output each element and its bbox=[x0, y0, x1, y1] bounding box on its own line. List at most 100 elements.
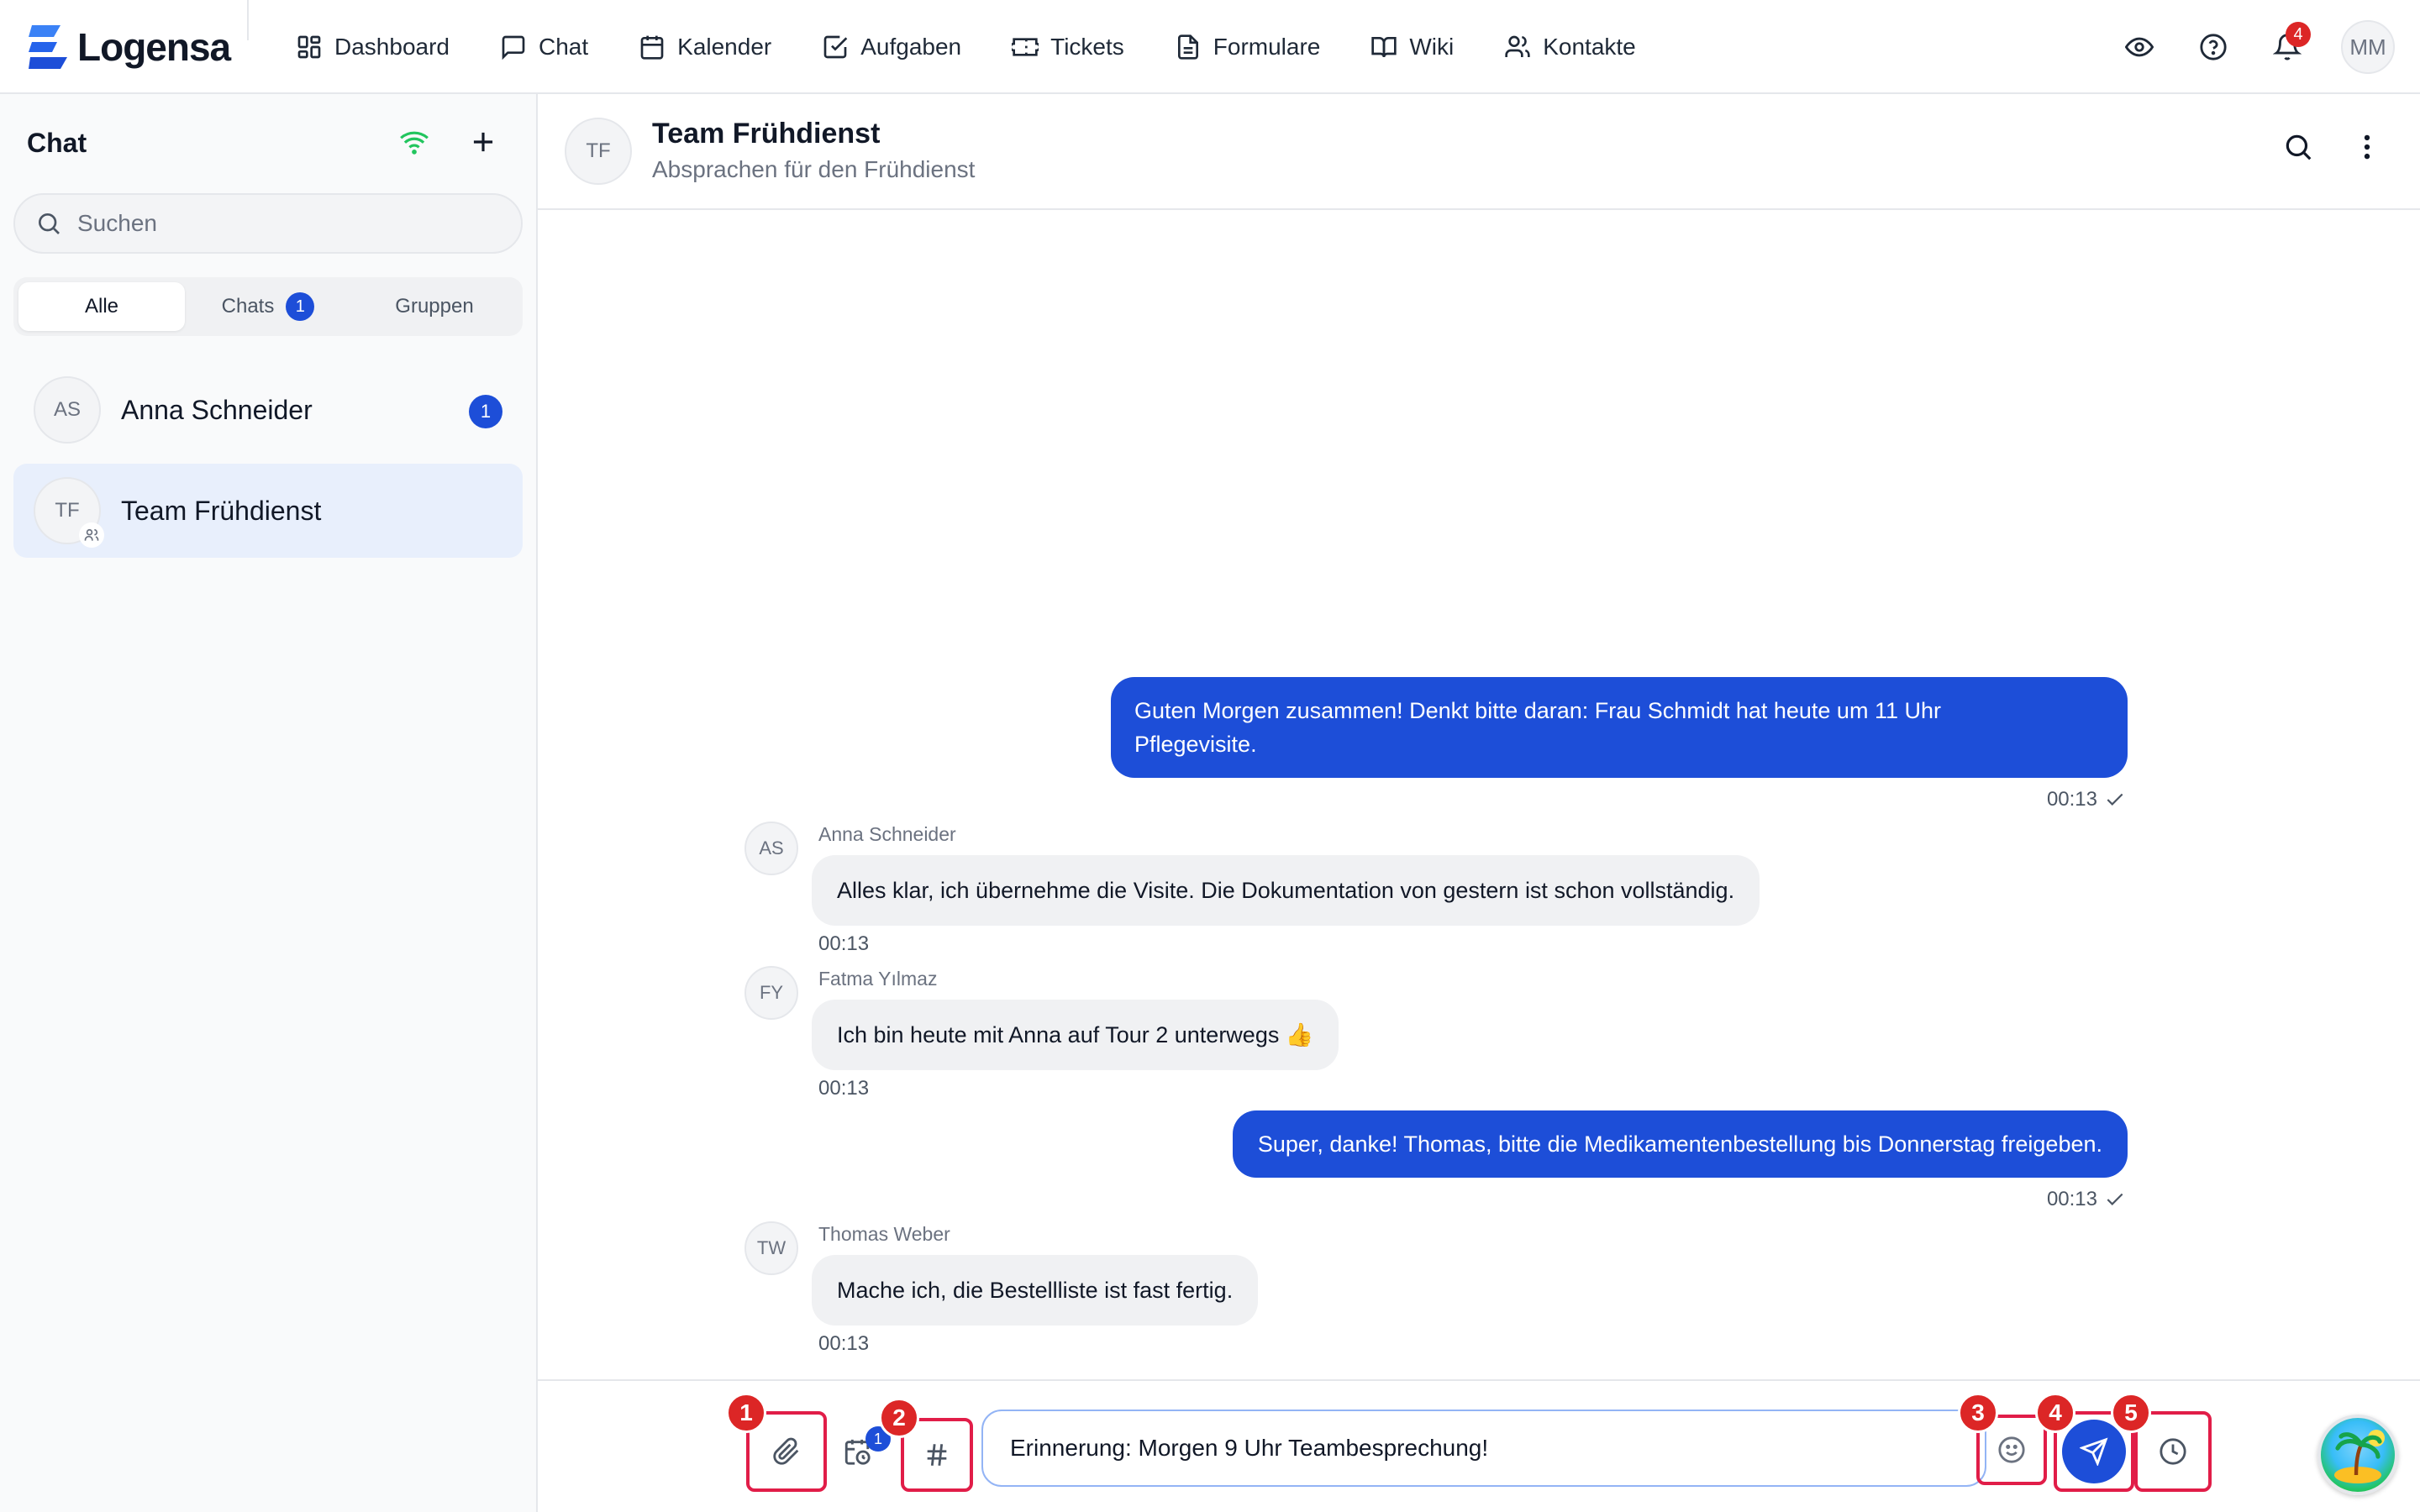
message-list: Guten Morgen zusammen! Denkt bitte daran… bbox=[538, 210, 2420, 1379]
send-button[interactable] bbox=[2062, 1420, 2126, 1483]
message-bubble-outgoing[interactable]: Super, danke! Thomas, bitte die Medikame… bbox=[1232, 1110, 2128, 1178]
message-sender: Thomas Weber bbox=[818, 1223, 950, 1245]
nav-item-formulare[interactable]: Formulare bbox=[1175, 25, 1346, 69]
app-logo[interactable]: Logensa bbox=[27, 22, 231, 72]
nav-label: Wiki bbox=[1409, 34, 1455, 60]
tab-chats[interactable]: Chats 1 bbox=[185, 282, 351, 331]
chat-list: AS Anna Schneider 1 TF Team Frühdienst bbox=[13, 363, 523, 564]
avatar: FY bbox=[744, 966, 798, 1020]
send-icon bbox=[2080, 1437, 2108, 1466]
list-item[interactable]: AS Anna Schneider 1 bbox=[13, 363, 523, 457]
smiley-icon bbox=[1998, 1436, 2025, 1463]
message-input[interactable] bbox=[1010, 1435, 1850, 1462]
message-bubble-outgoing[interactable]: Guten Morgen zusammen! Denkt bitte daran… bbox=[1111, 677, 2128, 778]
marker-badge: 5 bbox=[2111, 1393, 2151, 1433]
dashboard-icon bbox=[297, 35, 321, 59]
tab-label: Alle bbox=[84, 295, 119, 318]
conversation-subtitle: Absprachen für den Frühdienst bbox=[652, 156, 976, 182]
logo-text: Logensa bbox=[77, 25, 231, 69]
conversation-header: TF Team Frühdienst Absprachen für den Fr… bbox=[538, 94, 2420, 210]
logo-mark-icon bbox=[29, 25, 67, 69]
message-meta: 00:13 bbox=[2047, 788, 2126, 811]
group-icon bbox=[84, 528, 99, 541]
nav-item-dashboard[interactable]: Dashboard bbox=[296, 25, 475, 69]
nav-item-kalender[interactable]: Kalender bbox=[639, 25, 797, 69]
document-icon bbox=[1177, 34, 1198, 60]
search-input[interactable] bbox=[77, 210, 481, 237]
avatar-initials: TF bbox=[55, 499, 80, 522]
chat-name: Anna Schneider bbox=[121, 394, 313, 425]
marker-badge: 2 bbox=[879, 1398, 919, 1438]
palm-island-icon bbox=[2334, 1430, 2385, 1483]
message-composer: 1 1 2 3 4 5 bbox=[538, 1379, 2420, 1512]
chat-name: Team Frühdienst bbox=[121, 495, 322, 526]
top-navigation-bar: Logensa Dashboard Chat Kalender Aufgaben… bbox=[0, 0, 2420, 94]
hashtag-icon bbox=[927, 1444, 947, 1466]
more-vertical-icon[interactable] bbox=[2351, 131, 2383, 163]
nav-label: Aufgaben bbox=[860, 34, 962, 60]
preview-button[interactable] bbox=[2119, 27, 2160, 67]
chat-sidebar: Chat Alle Chats 1 Gruppen AS Anna Schnei… bbox=[0, 94, 538, 1512]
unread-badge: 1 bbox=[469, 395, 502, 428]
nav-label: Dashboard bbox=[334, 34, 450, 60]
chat-icon bbox=[502, 35, 525, 60]
tab-label: Gruppen bbox=[395, 295, 474, 318]
nav-item-tickets[interactable]: Tickets bbox=[1012, 25, 1150, 69]
paperclip-icon bbox=[773, 1437, 799, 1465]
search-icon bbox=[39, 213, 60, 234]
avatar: AS bbox=[744, 822, 798, 875]
holiday-widget[interactable] bbox=[2317, 1415, 2398, 1495]
nav-label: Formulare bbox=[1213, 34, 1321, 60]
message-sender: Anna Schneider bbox=[818, 823, 956, 845]
message-time: 00:13 bbox=[818, 1077, 870, 1100]
message-bubble-incoming[interactable]: Alles klar, ich übernehme die Visite. Di… bbox=[812, 855, 1760, 926]
tab-gruppen[interactable]: Gruppen bbox=[351, 282, 518, 331]
user-avatar[interactable]: MM bbox=[2341, 20, 2395, 74]
message-input-wrapper bbox=[981, 1410, 1986, 1487]
message-sender: Fatma Yılmaz bbox=[818, 968, 938, 990]
avatar: TW bbox=[744, 1221, 798, 1275]
checkbox-icon bbox=[823, 35, 848, 59]
message-text-line: Pflegevisite. bbox=[1134, 732, 1257, 757]
message-meta: 00:13 bbox=[2047, 1188, 2126, 1211]
help-button[interactable] bbox=[2193, 27, 2233, 67]
top-actions: 4 MM bbox=[2119, 20, 2395, 74]
ticket-icon bbox=[1012, 38, 1039, 56]
wifi-connected-icon bbox=[400, 131, 429, 155]
chat-search[interactable] bbox=[13, 193, 523, 254]
marker-badge: 4 bbox=[2035, 1393, 2075, 1433]
conversation-actions bbox=[2282, 131, 2383, 163]
search-icon[interactable] bbox=[2282, 131, 2314, 163]
nav-item-wiki[interactable]: Wiki bbox=[1370, 25, 1479, 69]
new-chat-plus-icon[interactable] bbox=[467, 126, 499, 158]
book-icon bbox=[1371, 37, 1397, 58]
marker-badge: 3 bbox=[1958, 1393, 1998, 1433]
sidebar-title: Chat bbox=[27, 128, 87, 158]
message-time: 00:13 bbox=[2046, 1188, 2097, 1210]
message-time: 00:13 bbox=[2046, 788, 2097, 811]
help-icon bbox=[2200, 34, 2227, 60]
chat-filter-tabs: Alle Chats 1 Gruppen bbox=[13, 277, 523, 336]
checkmark-icon bbox=[2107, 793, 2123, 806]
message-bubble-incoming[interactable]: Ich bin heute mit Anna auf Tour 2 unterw… bbox=[812, 1000, 1339, 1070]
notifications-button[interactable]: 4 bbox=[2267, 22, 2311, 67]
sidebar-actions bbox=[398, 126, 499, 158]
nav-item-chat[interactable]: Chat bbox=[500, 25, 613, 69]
list-item[interactable]: TF Team Frühdienst bbox=[13, 464, 523, 558]
nav-item-kontakte[interactable]: Kontakte bbox=[1504, 25, 1661, 69]
checkmark-icon bbox=[2107, 1193, 2123, 1205]
tab-label: Chats bbox=[221, 295, 275, 318]
avatar: AS bbox=[34, 376, 101, 444]
avatar: TF bbox=[34, 477, 104, 548]
nav-label: Chat bbox=[538, 34, 589, 60]
tab-alle[interactable]: Alle bbox=[18, 282, 185, 331]
eye-icon bbox=[2125, 37, 2154, 57]
message-bubble-incoming[interactable]: Mache ich, die Bestellliste ist fast fer… bbox=[812, 1255, 1259, 1326]
clock-icon bbox=[2160, 1438, 2186, 1465]
main-nav: Dashboard Chat Kalender Aufgaben Tickets… bbox=[296, 25, 1686, 69]
group-marker bbox=[79, 522, 104, 548]
message-time: 00:13 bbox=[818, 932, 870, 955]
nav-item-aufgaben[interactable]: Aufgaben bbox=[822, 25, 986, 69]
conversation-title: Team Frühdienst bbox=[652, 118, 881, 150]
message-time: 00:13 bbox=[818, 1332, 870, 1355]
